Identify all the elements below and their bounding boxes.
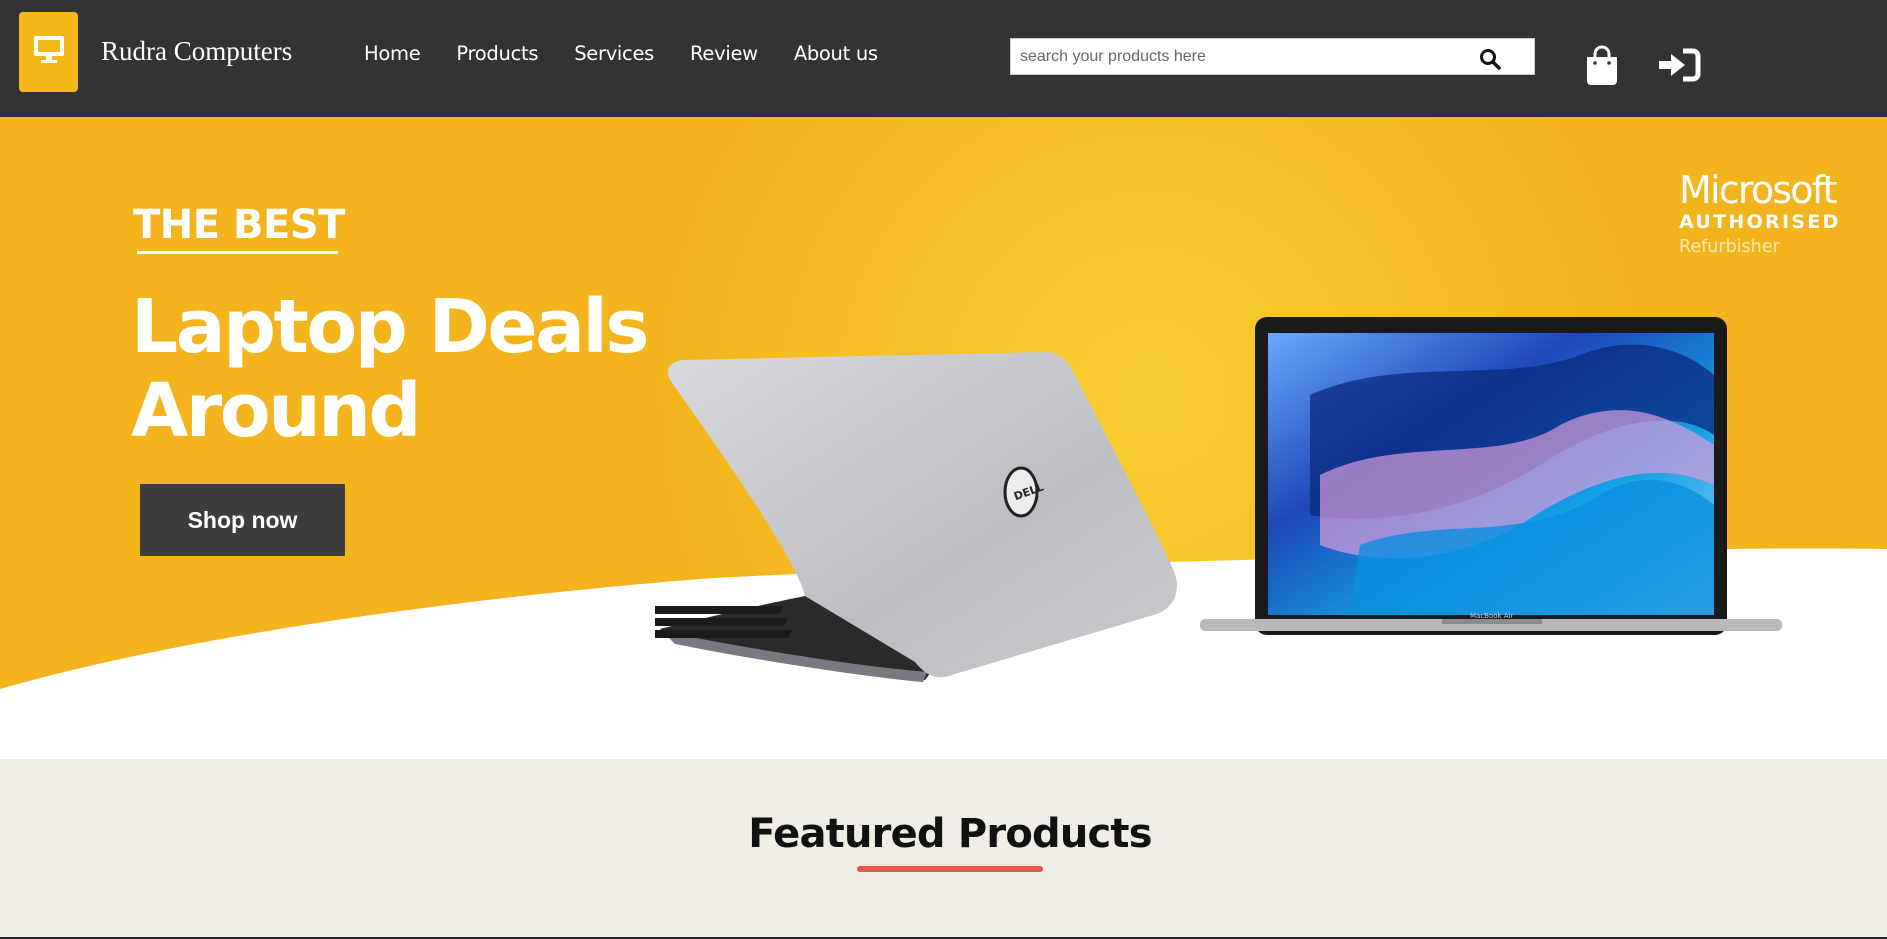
search-input[interactable]	[1011, 39, 1481, 74]
macbook-label: MacBook Air	[1470, 612, 1514, 620]
featured-products-title: Featured Products	[748, 811, 1152, 857]
navbar: Rudra Computers Home Products Services R…	[0, 0, 1887, 117]
microsoft-authorised-badge: Microsoft AUTHORISED Refurbisher	[1679, 170, 1841, 260]
sign-in-icon[interactable]	[1659, 48, 1701, 87]
hero-eyebrow-underline	[137, 251, 338, 254]
featured-products-section: Featured Products	[0, 759, 1887, 939]
badge-line2: Refurbisher	[1679, 237, 1780, 257]
badge-line1: AUTHORISED	[1679, 211, 1841, 233]
main-nav: Home Products Services Review About us	[364, 42, 914, 65]
monitor-icon	[34, 36, 64, 63]
logo[interactable]	[19, 12, 78, 92]
hero-eyebrow: THE BEST	[133, 202, 345, 248]
nav-link-services[interactable]: Services	[574, 42, 654, 65]
shopping-bag-icon[interactable]	[1584, 44, 1620, 91]
hero-banner: THE BEST Laptop Deals Around Shop now Mi…	[0, 117, 1887, 759]
search-bar	[1010, 38, 1535, 75]
badge-brand: Microsoft	[1679, 168, 1838, 212]
nav-link-products[interactable]: Products	[456, 42, 538, 65]
search-button[interactable]	[1479, 48, 1501, 70]
dell-laptop-image: DELL	[655, 352, 1177, 682]
nav-link-home[interactable]: Home	[364, 42, 421, 65]
nav-link-about-us[interactable]: About us	[794, 42, 878, 65]
shop-now-button[interactable]: Shop now	[140, 484, 345, 556]
nav-link-review[interactable]: Review	[690, 42, 758, 65]
macbook-image: MacBook Air	[1200, 317, 1782, 635]
search-icon	[1480, 49, 1501, 70]
featured-title-underline	[857, 866, 1043, 872]
brand-name[interactable]: Rudra Computers	[101, 36, 292, 67]
hero-title: Laptop Deals Around	[131, 284, 649, 454]
